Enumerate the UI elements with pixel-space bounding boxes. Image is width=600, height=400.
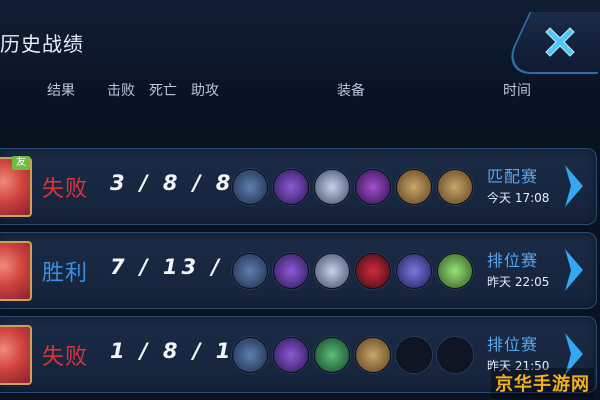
green-mask-item-icon [314,337,350,373]
skull-mask-item-icon [314,169,350,205]
header-kills: 击败 [107,83,135,99]
table-headers: 结果 击败 死亡 助攻 装备 时间 [0,80,600,99]
book-item-icon [437,169,473,205]
purple-feather-item-icon [273,253,309,289]
header-result: 结果 [47,83,75,99]
skull-mask-item-icon [314,253,350,289]
green-book-item-icon [437,253,473,289]
staff-gem-item-icon [355,169,391,205]
kda-score: 1 / 8 / 1 [110,339,235,363]
header-deaths: 死亡 [149,83,177,99]
kda-score: 3 / 8 / 8 [110,171,235,195]
red-blade-item-icon [355,253,391,289]
purple-star-item-icon [396,253,432,289]
book-item-icon [355,337,391,373]
header-time: 时间 [503,83,531,99]
chevron-right-icon[interactable] [561,247,587,293]
boots-item-icon [232,169,268,205]
page-title: 历史战绩 [0,32,84,56]
header-assists: 助攻 [191,83,219,99]
boots-item-icon [232,337,268,373]
match-result: 失败 [42,345,89,370]
friend-badge: 友 [12,156,30,170]
game-mode: 匹配赛 [487,167,539,186]
match-result: 失败 [42,177,89,202]
hero-avatar [0,241,32,301]
match-result: 胜利 [42,261,89,286]
purple-feather-item-icon [273,169,309,205]
empty-slot [396,337,432,373]
match-time: 今天 17:08 [487,191,550,205]
site-watermark: 京华手游网 [491,368,594,398]
game-mode: 排位赛 [487,335,539,354]
match-time: 昨天 22:05 [487,275,550,289]
chevron-right-icon[interactable] [561,163,587,209]
top-bar: 历史战绩 [0,0,600,78]
header-equipment: 装备 [337,83,365,99]
match-row[interactable]: 友 失败 3 / 8 / 8 匹配赛 今天 17:08 [0,148,597,225]
match-row[interactable]: 胜利 7 / 13 / 6 排位赛 昨天 22:05 [0,232,597,309]
game-mode: 排位赛 [487,251,539,270]
purple-feather-item-icon [273,337,309,373]
boots-item-icon [232,253,268,289]
hero-avatar [0,325,32,385]
book-item-icon [396,169,432,205]
close-icon[interactable] [538,20,582,64]
empty-slot [437,337,473,373]
